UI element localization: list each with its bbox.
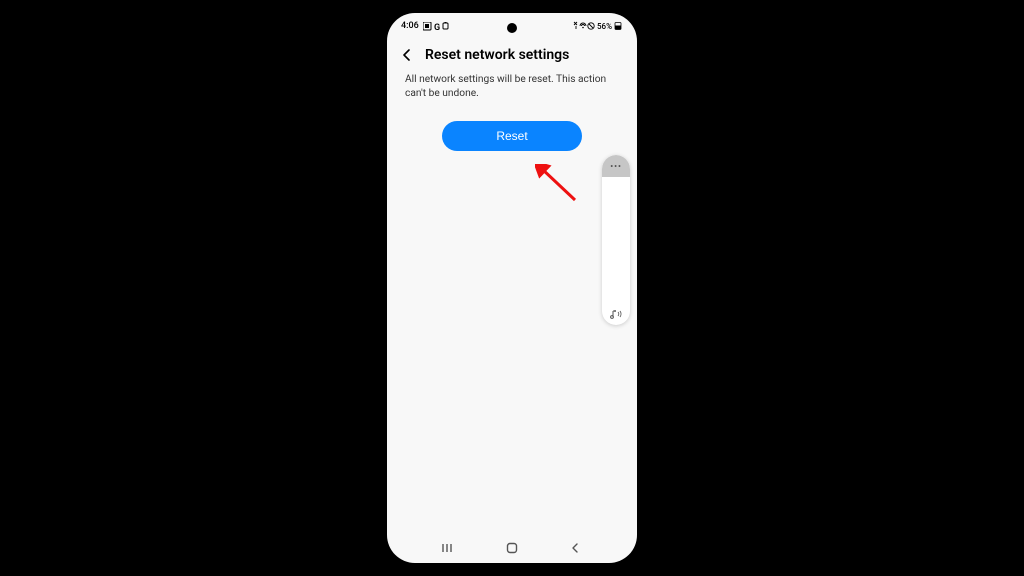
volume-panel[interactable]: ••• [602,155,630,325]
action-row: Reset [387,115,637,157]
phone-screen: 4:06 G 5 [387,13,637,563]
front-camera [507,23,517,33]
arrow-annotation [535,164,583,212]
status-notification-icons: G [423,22,449,31]
back-button[interactable] [566,539,584,557]
page-title: Reset network settings [425,47,569,63]
recents-button[interactable] [440,539,458,557]
svg-text:56%: 56% [597,22,612,31]
volume-panel-collapse[interactable]: ••• [602,155,630,177]
reset-button[interactable]: Reset [442,121,582,151]
home-button[interactable] [503,539,521,557]
back-icon[interactable] [399,47,415,63]
status-time: 4:06 [401,21,419,31]
svg-text:G: G [434,23,440,31]
volume-slider[interactable]: ••• [602,155,630,303]
sound-mode-icon[interactable] [602,303,630,325]
status-system-icons: 56% [573,21,623,31]
more-icon[interactable]: ••• [610,162,622,171]
reset-description: All network settings will be reset. This… [387,71,637,115]
phone-frame: 4:06 G 5 [381,7,643,569]
page-header: Reset network settings [387,39,637,71]
android-nav-bar [387,533,637,563]
volume-fill [602,177,630,303]
